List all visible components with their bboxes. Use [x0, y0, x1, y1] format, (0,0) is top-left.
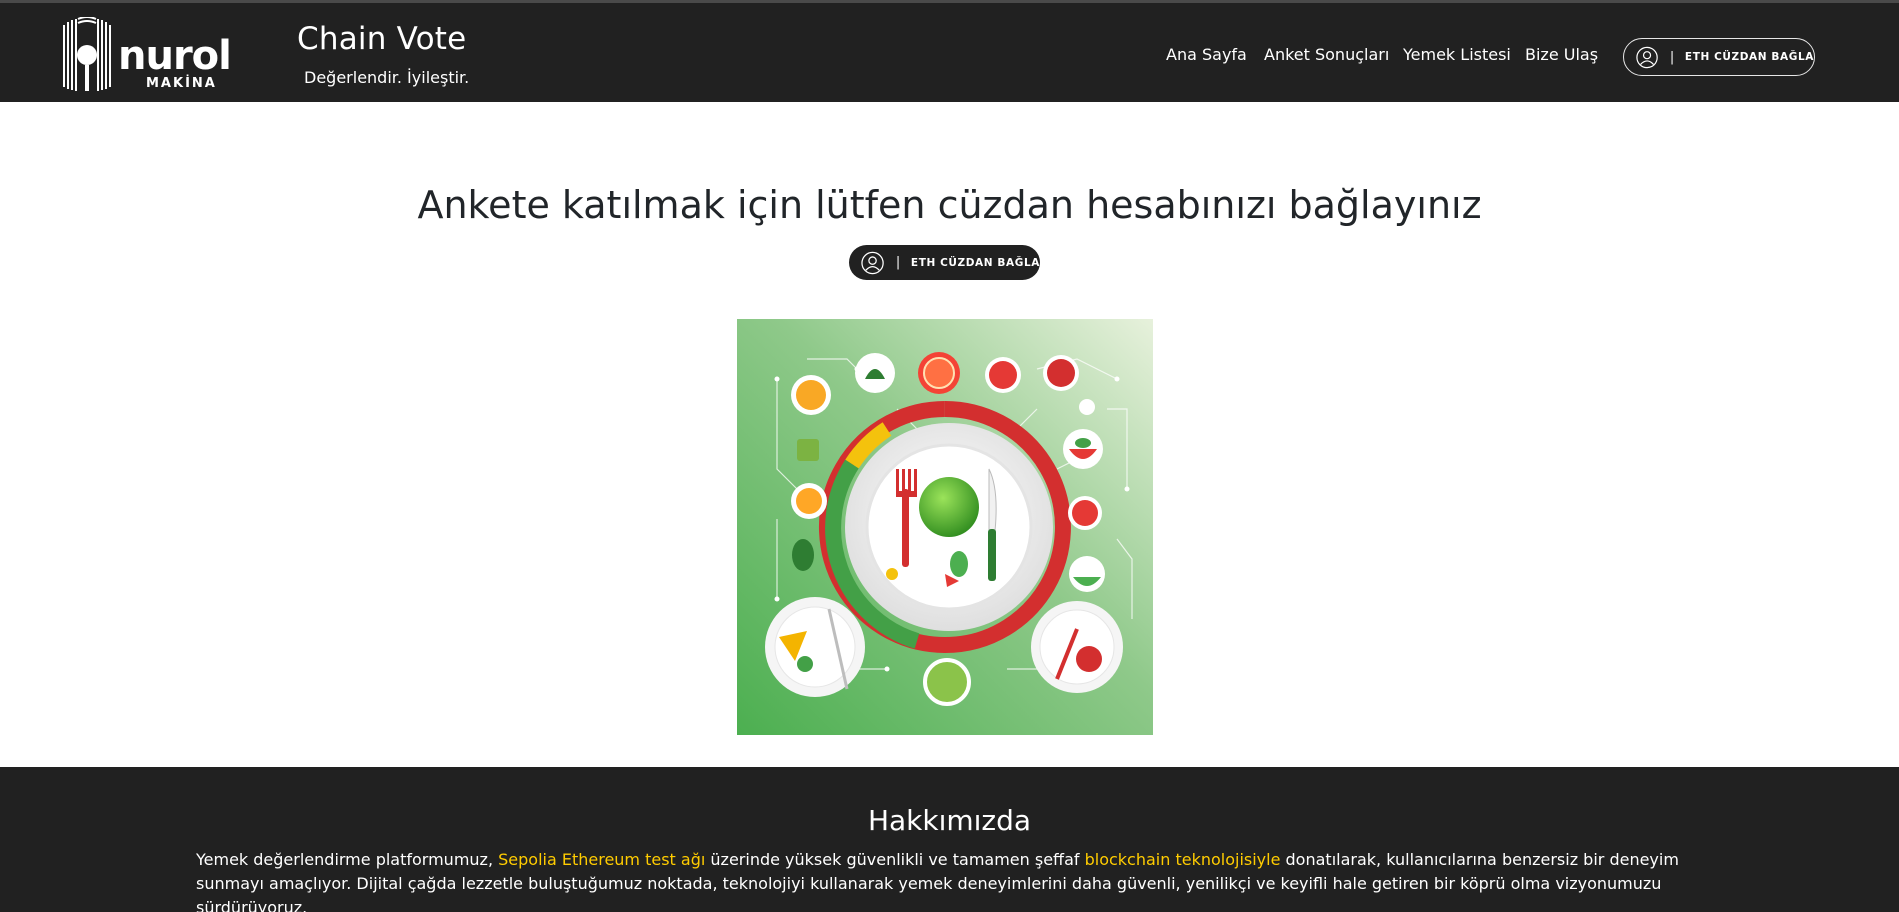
nav-anket-sonuclari[interactable]: Anket Sonuçları [1264, 45, 1389, 64]
nav-yemek-listesi[interactable]: Yemek Listesi [1403, 45, 1511, 64]
food-rating-illustration [737, 319, 1153, 735]
top-navbar: nurol MAKİNA Chain Vote Değerlendir. İyi… [0, 0, 1899, 102]
separator: | [1668, 49, 1676, 65]
about-text: Yemek değerlendirme platformumuz, Sepoli… [196, 850, 1679, 912]
svg-text:nurol: nurol [118, 33, 231, 79]
brand-tagline: Değerlendir. İyileştir. [304, 68, 470, 87]
wallet-button-label: ETH CÜZDAN BAĞLA [910, 256, 1040, 269]
connect-wallet-button[interactable]: | ETH CÜZDAN BAĞLA [849, 245, 1040, 280]
about-title: Hakkımızda [867, 804, 1032, 837]
brand-title: Chain Vote [297, 21, 467, 57]
header-connect-wallet-button[interactable]: | ETH CÜZDAN BAĞLA [1623, 38, 1815, 76]
user-circle-icon [861, 251, 884, 274]
highlight-blockchain: blockchain teknolojisiyle [1084, 850, 1281, 869]
svg-text:MAKİNA: MAKİNA [146, 75, 217, 91]
nav-bize-ulas[interactable]: Bize Ulaş [1525, 45, 1598, 64]
page-heading: Ankete katılmak için lütfen cüzdan hesab… [417, 183, 1482, 227]
nurol-makina-logo[interactable]: nurol MAKİNA [54, 17, 244, 93]
wallet-button-label: ETH CÜZDAN BAĞLA [1684, 51, 1814, 63]
user-circle-icon [1636, 46, 1658, 68]
highlight-sepolia: Sepolia Ethereum test ağı [498, 850, 706, 869]
separator: | [894, 255, 902, 270]
nav-ana-sayfa[interactable]: Ana Sayfa [1166, 45, 1247, 64]
